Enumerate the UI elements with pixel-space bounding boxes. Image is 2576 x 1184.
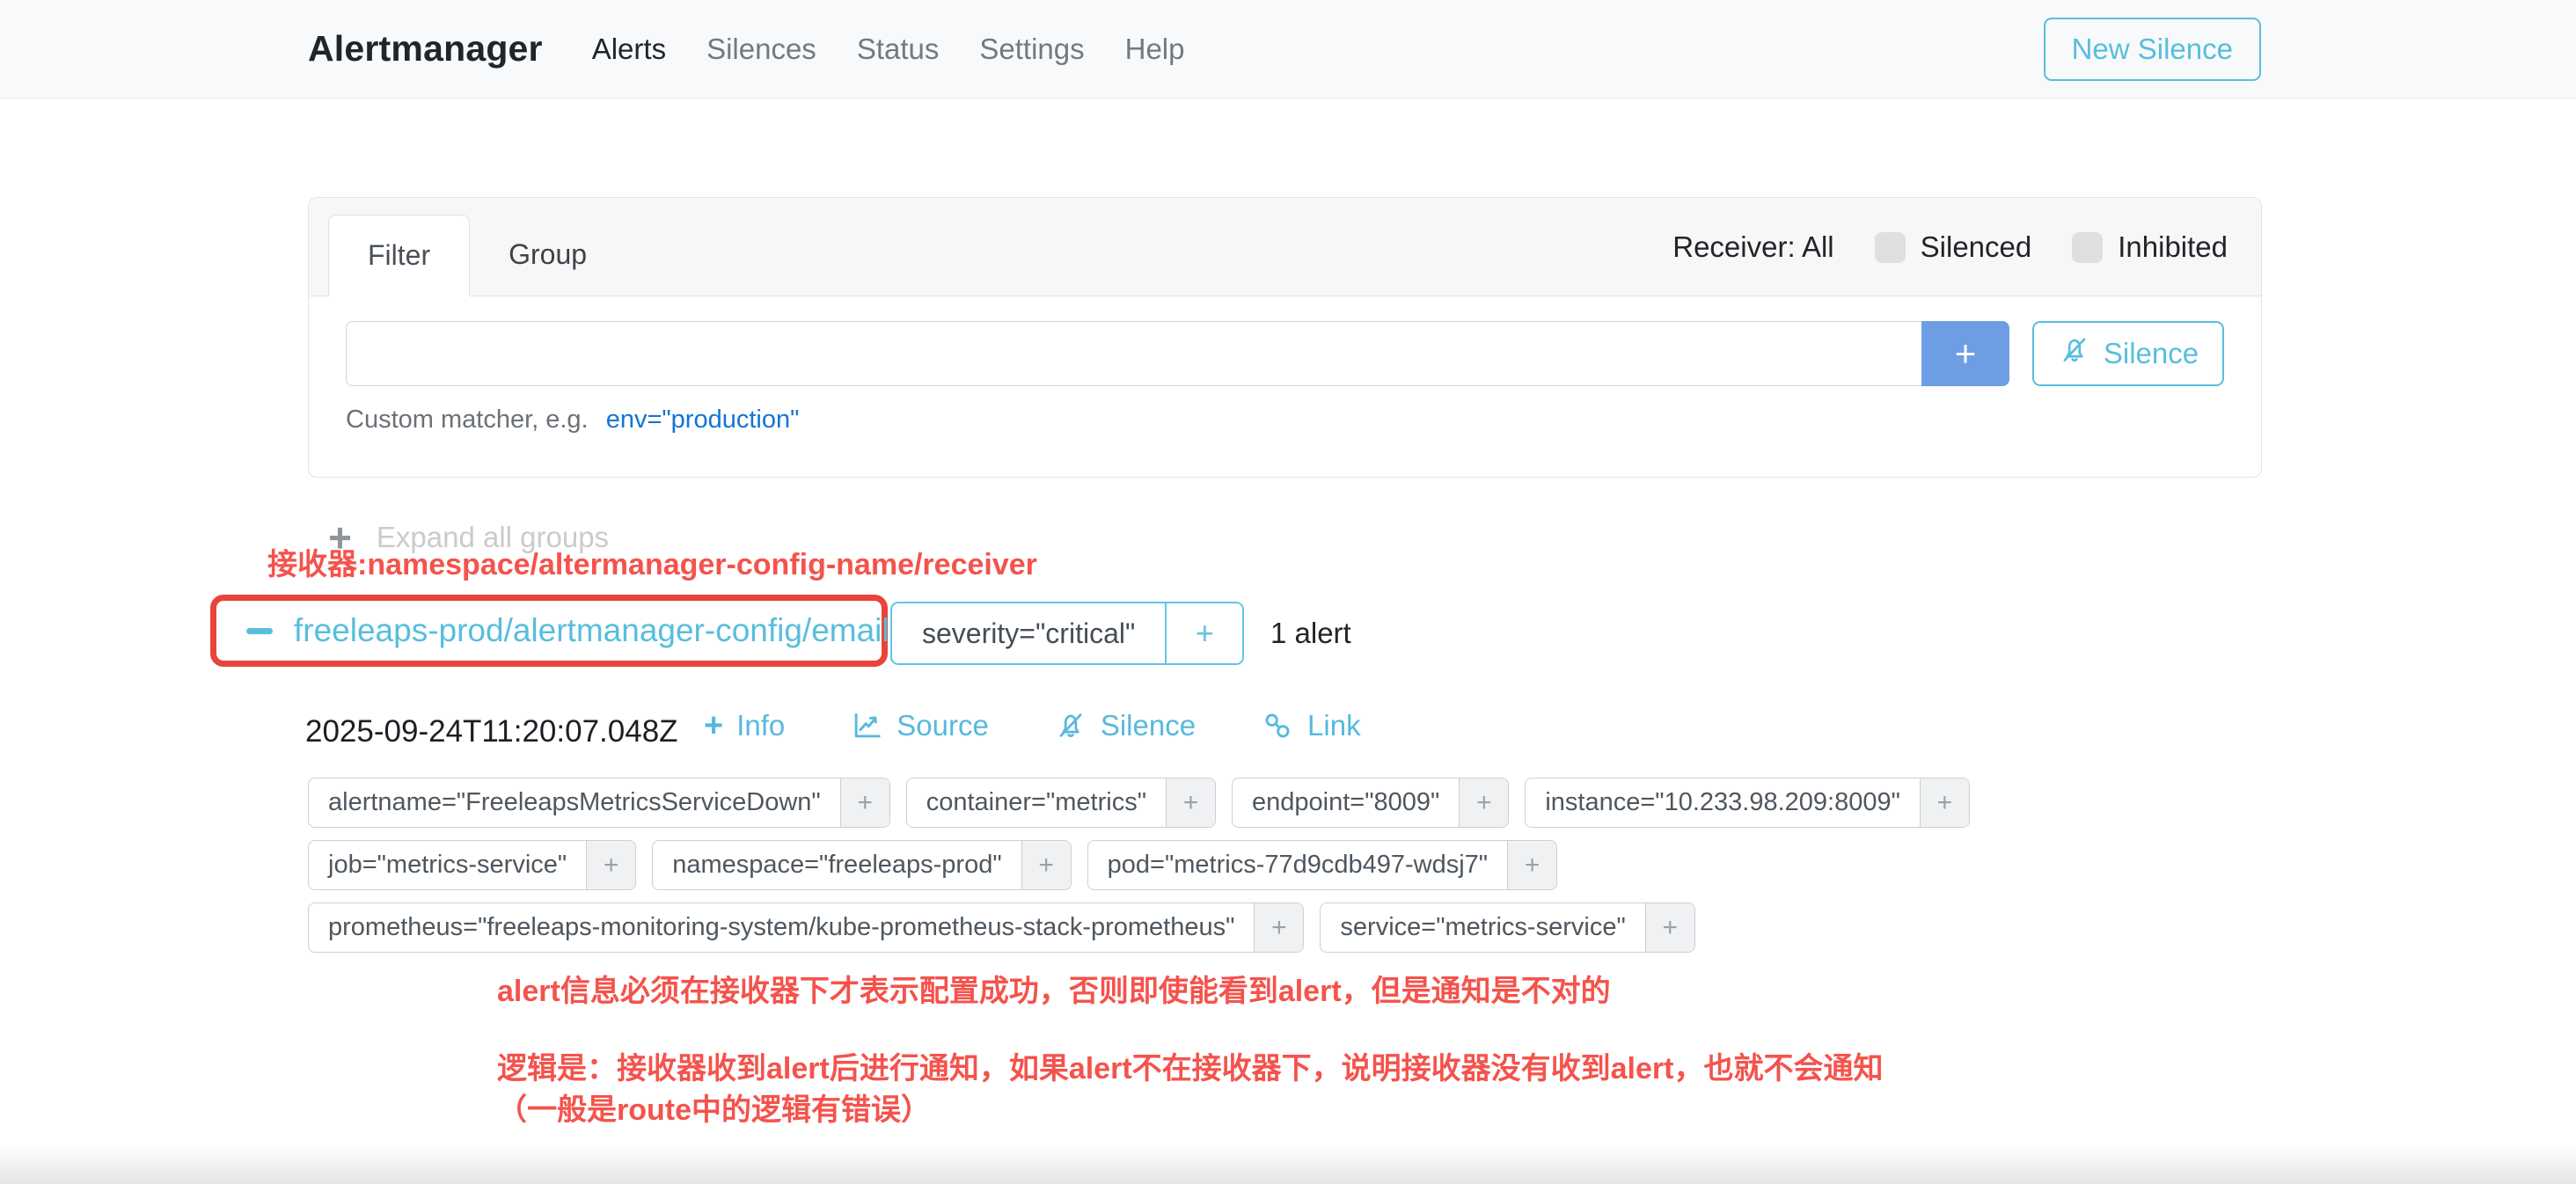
label-tag: pod="metrics-77d9cdb497-wdsj7" + xyxy=(1087,840,1557,890)
matcher-input[interactable] xyxy=(346,321,1921,386)
label-add-button[interactable]: + xyxy=(1021,841,1071,889)
label-add-button[interactable]: + xyxy=(1645,903,1694,952)
annotation-logic-note: 逻辑是：接收器收到alert后进行通知，如果alert不在接收器下，说明接收器没… xyxy=(497,1049,1883,1131)
add-matcher-button[interactable]: + xyxy=(1921,321,2009,386)
main-nav: Alerts Silences Status Settings Help xyxy=(592,33,1185,66)
inhibited-filter: Inhibited xyxy=(2072,230,2228,264)
group-matcher-label[interactable]: severity="critical" xyxy=(892,603,1165,663)
receiver-group-toggle[interactable]: freeleaps-prod/alertmanager-config/email xyxy=(216,612,919,649)
source-action-label: Source xyxy=(896,709,989,742)
label-tag: prometheus="freeleaps-monitoring-system/… xyxy=(308,903,1304,953)
label-add-button[interactable]: + xyxy=(1166,778,1215,827)
silenced-checkbox[interactable] xyxy=(1875,232,1906,263)
link-icon xyxy=(1261,709,1294,742)
nav-item-settings[interactable]: Settings xyxy=(979,33,1084,66)
minus-icon xyxy=(246,628,273,634)
group-matcher-chip: severity="critical" + xyxy=(890,602,1244,665)
label-add-button[interactable]: + xyxy=(586,841,635,889)
filter-panel-header: Filter Group Receiver: All Silenced Inhi… xyxy=(309,198,2261,296)
label-tag-text[interactable]: service="metrics-service" xyxy=(1321,903,1644,952)
alert-action-source[interactable]: Source xyxy=(850,709,989,742)
label-tag-text[interactable]: pod="metrics-77d9cdb497-wdsj7" xyxy=(1088,841,1507,889)
silence-button-label: Silence xyxy=(2104,337,2199,370)
label-add-button[interactable]: + xyxy=(840,778,889,827)
label-tag-text[interactable]: prometheus="freeleaps-monitoring-system/… xyxy=(309,903,1254,952)
label-tag: service="metrics-service" + xyxy=(1320,903,1694,953)
annotation-receiver-note: 接收器:namespace/altermanager-config-name/r… xyxy=(267,540,1037,583)
annotation-logic-line2: （一般是route中的逻辑有错误） xyxy=(497,1090,1883,1131)
silence-button[interactable]: Silence xyxy=(2032,321,2224,386)
label-add-button[interactable]: + xyxy=(1459,778,1508,827)
nav-item-status[interactable]: Status xyxy=(857,33,940,66)
receiver-group-name: freeleaps-prod/alertmanager-config/email xyxy=(294,612,889,649)
info-action-label: Info xyxy=(736,709,785,742)
filter-panel-body: + Silence Custom matcher, e.g. env="prod… xyxy=(309,296,2261,435)
nav-item-help[interactable]: Help xyxy=(1125,33,1185,66)
alert-count: 1 alert xyxy=(1270,602,1351,665)
annotation-alert-note: alert信息必须在接收器下才表示配置成功，否则即使能看到alert，但是通知是… xyxy=(497,967,1611,1010)
label-add-button[interactable]: + xyxy=(1254,903,1303,952)
alert-action-silence[interactable]: Silence xyxy=(1054,709,1196,742)
filter-panel: Filter Group Receiver: All Silenced Inhi… xyxy=(308,197,2262,478)
annotation-highlight-box: freeleaps-prod/alertmanager-config/email xyxy=(210,595,888,667)
label-tag-text[interactable]: endpoint="8009" xyxy=(1233,778,1459,827)
label-tag-text[interactable]: namespace="freeleaps-prod" xyxy=(653,841,1021,889)
label-tag: alertname="FreeleapsMetricsServiceDown" … xyxy=(308,778,890,828)
alert-action-link[interactable]: Link xyxy=(1261,709,1361,742)
label-tag: job="metrics-service" + xyxy=(308,840,636,890)
filter-header-controls: Receiver: All Silenced Inhibited xyxy=(1672,198,2228,296)
label-add-button[interactable]: + xyxy=(1507,841,1556,889)
alert-start-time: 2025-09-24T11:20:07.048Z xyxy=(305,714,678,749)
receiver-dropdown[interactable]: Receiver: All xyxy=(1672,230,1833,264)
bell-slash-icon xyxy=(1054,709,1087,742)
bottom-fade xyxy=(0,1144,2576,1184)
inhibited-checkbox[interactable] xyxy=(2072,232,2103,263)
brand-link[interactable]: Alertmanager xyxy=(308,28,543,69)
label-tag-text[interactable]: container="metrics" xyxy=(907,778,1166,827)
silence-action-label: Silence xyxy=(1101,709,1196,742)
nav-item-silences[interactable]: Silences xyxy=(706,33,816,66)
alert-action-info[interactable]: + Info xyxy=(704,709,785,742)
matcher-row: + Silence xyxy=(346,321,2224,386)
label-tag-text[interactable]: alertname="FreeleapsMetricsServiceDown" xyxy=(309,778,840,827)
silenced-filter: Silenced xyxy=(1875,230,2032,264)
annotation-logic-line1: 逻辑是：接收器收到alert后进行通知，如果alert不在接收器下，说明接收器没… xyxy=(497,1049,1883,1090)
new-silence-button[interactable]: New Silence xyxy=(2044,18,2261,81)
label-tag: instance="10.233.98.209:8009" + xyxy=(1525,778,1970,828)
chart-icon xyxy=(850,709,883,742)
label-tag-text[interactable]: instance="10.233.98.209:8009" xyxy=(1526,778,1920,827)
tab-group[interactable]: Group xyxy=(470,215,626,296)
label-tag-text[interactable]: job="metrics-service" xyxy=(309,841,586,889)
silenced-label: Silenced xyxy=(1921,230,2032,264)
alertmanager-app: Alertmanager Alerts Silences Status Sett… xyxy=(0,0,2576,1184)
label-tag: container="metrics" + xyxy=(906,778,1216,828)
inhibited-label: Inhibited xyxy=(2118,230,2228,264)
hint-text: Custom matcher, e.g. xyxy=(346,406,589,434)
nav-item-alerts[interactable]: Alerts xyxy=(592,33,666,66)
label-tag: namespace="freeleaps-prod" + xyxy=(652,840,1071,890)
alert-actions: + Info Source Silence xyxy=(704,709,1361,742)
label-tag: endpoint="8009" + xyxy=(1232,778,1509,828)
plus-icon: + xyxy=(704,709,723,742)
group-matcher-add-button[interactable]: + xyxy=(1165,603,1242,663)
tab-filter[interactable]: Filter xyxy=(328,215,470,296)
link-action-label: Link xyxy=(1307,709,1361,742)
label-add-button[interactable]: + xyxy=(1920,778,1969,827)
filter-tabs: Filter Group xyxy=(328,215,626,296)
bell-slash-icon xyxy=(2058,333,2091,374)
alert-labels: alertname="FreeleapsMetricsServiceDown" … xyxy=(308,778,2050,953)
matcher-hint: Custom matcher, e.g. env="production" xyxy=(346,406,2224,435)
hint-example-link[interactable]: env="production" xyxy=(606,406,800,434)
top-navbar: Alertmanager Alerts Silences Status Sett… xyxy=(0,0,2576,99)
